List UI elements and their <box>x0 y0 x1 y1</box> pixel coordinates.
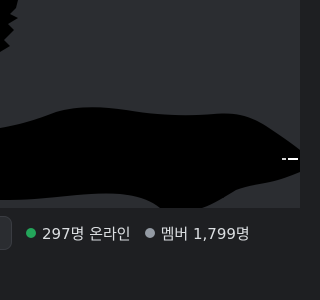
online-count: 297명 온라인 <box>26 223 131 244</box>
card-footer-area <box>0 258 300 300</box>
server-invite-card: 버 297명 온라인 멤버 1,799명 <box>0 0 300 300</box>
member-count-text: 멤버 1,799명 <box>160 224 250 243</box>
banner-silhouette <box>0 0 300 208</box>
member-status-dot-icon <box>144 228 155 238</box>
member-count: 멤버 1,799명 <box>144 223 250 244</box>
server-banner-image <box>0 0 300 208</box>
member-list-button[interactable]: 버 <box>0 216 12 250</box>
online-status-dot-icon <box>26 228 36 238</box>
online-count-text: 297명 온라인 <box>42 224 131 243</box>
server-stats-row: 버 297명 온라인 멤버 1,799명 <box>0 216 264 250</box>
